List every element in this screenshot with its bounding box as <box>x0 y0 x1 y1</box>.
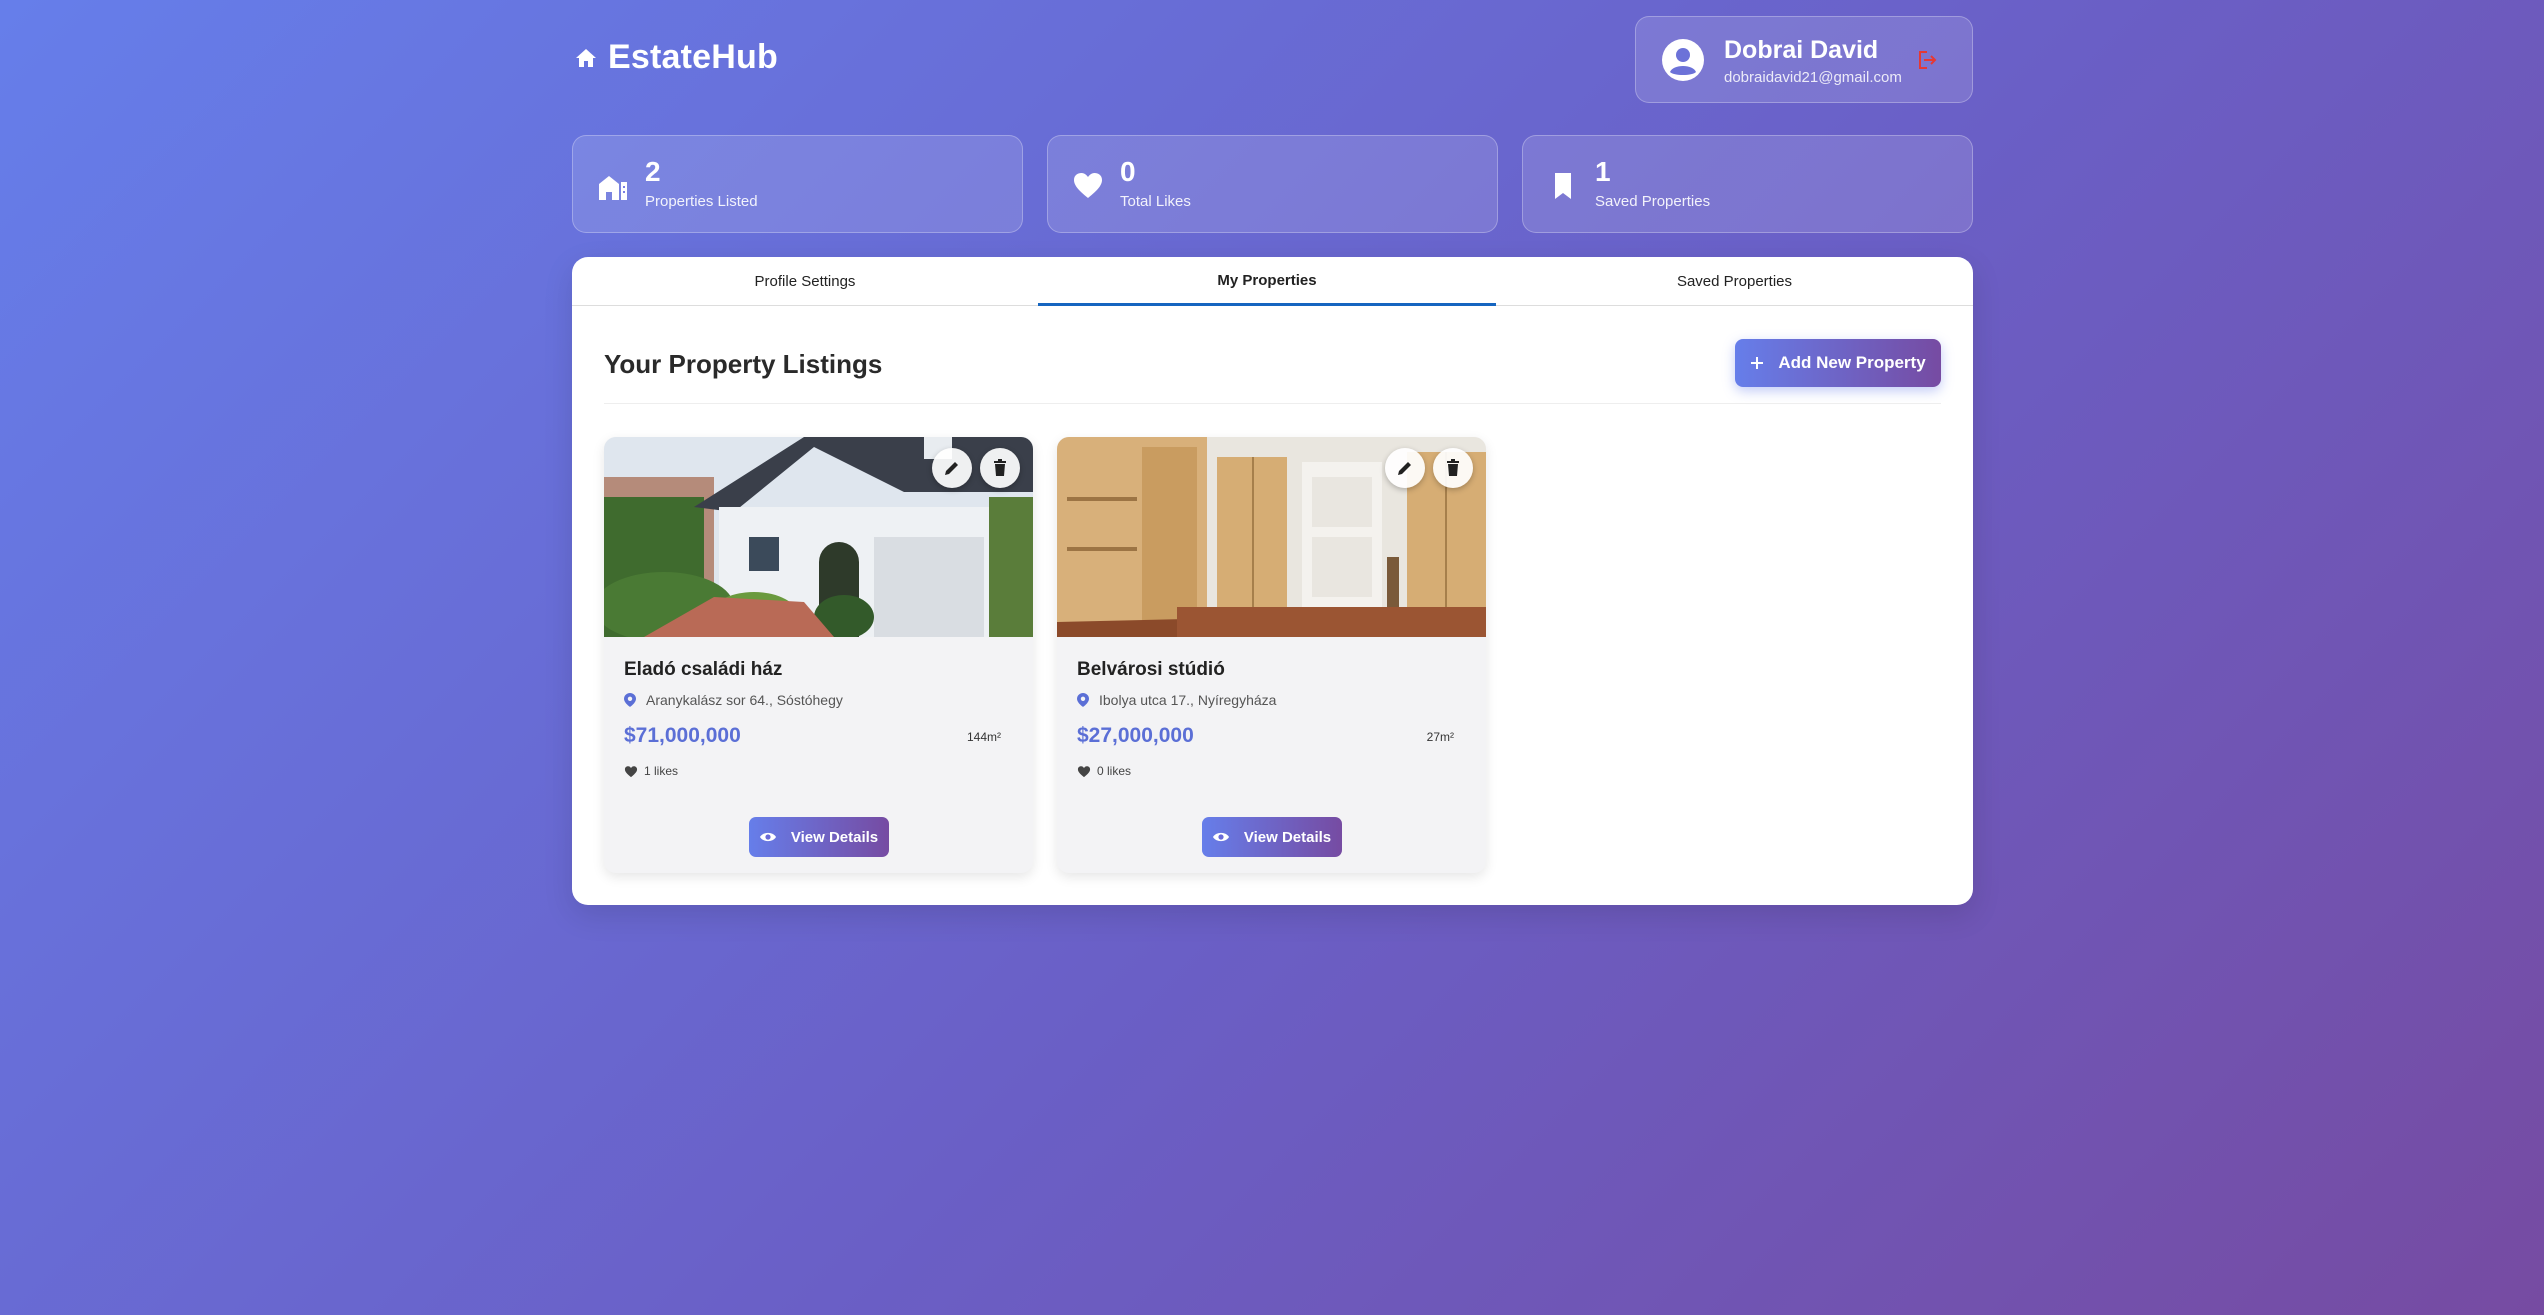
page-container: EstateHub Dobrai David dobraidavid21@gma… <box>572 0 1973 1315</box>
stat-total-likes: 0 Total Likes <box>1047 135 1498 233</box>
view-details-button[interactable]: View Details <box>1201 817 1342 857</box>
likes-text: 1 likes <box>644 764 679 778</box>
stat-value: 2 <box>645 156 661 187</box>
stat-value: 0 <box>1120 156 1136 187</box>
property-likes: 0 likes <box>1077 764 1131 778</box>
stat-properties-listed: 2 Properties Listed <box>572 135 1023 233</box>
property-title: Belvárosi stúdió <box>1077 659 1225 680</box>
view-details-label: View Details <box>790 828 879 846</box>
stat-label: Saved Properties <box>1595 193 1711 210</box>
edit-button[interactable] <box>1385 448 1425 488</box>
tab-saved-properties[interactable]: Saved Properties <box>1496 257 1973 306</box>
stat-label: Total Likes <box>1120 193 1191 210</box>
pencil-icon <box>1398 462 1411 475</box>
view-details-button[interactable]: View Details <box>748 817 889 857</box>
heart-icon <box>1074 173 1102 198</box>
stat-value: 1 <box>1595 156 1611 187</box>
likes-text: 0 likes <box>1097 764 1132 778</box>
property-card: Belvárosi stúdió Ibolya utca 17., Nyíreg… <box>1057 437 1486 873</box>
stat-label: Properties Listed <box>645 193 758 210</box>
section-title: Your Property Listings <box>604 349 883 379</box>
trash-icon <box>1447 459 1459 476</box>
user-card: Dobrai David dobraidavid21@gmail.com <box>1635 16 1973 103</box>
heart-icon <box>624 765 638 777</box>
property-area: 144m² <box>966 730 1001 744</box>
heart-icon <box>1077 765 1091 777</box>
tab-profile-settings[interactable]: Profile Settings <box>572 257 1038 306</box>
property-price: $71,000,000 <box>624 724 741 747</box>
eye-icon <box>759 832 776 842</box>
stat-saved-properties: 1 Saved Properties <box>1522 135 1973 233</box>
brand-logo[interactable]: EstateHub <box>574 38 778 77</box>
delete-button[interactable] <box>1433 448 1473 488</box>
add-new-property-button[interactable]: Add New Property <box>1735 339 1941 387</box>
bookmark-icon <box>1555 173 1571 199</box>
user-email: dobraidavid21@gmail.com <box>1724 69 1902 86</box>
home-icon <box>576 48 596 67</box>
view-details-label: View Details <box>1243 828 1332 846</box>
buildings-icon <box>599 176 627 200</box>
user-avatar-icon <box>1662 39 1704 81</box>
location-text: Ibolya utca 17., Nyíregyháza <box>1099 692 1277 708</box>
add-button-label: Add New Property <box>1778 353 1926 372</box>
property-area: 27m² <box>1426 730 1454 744</box>
location-pin-icon <box>1077 693 1089 707</box>
divider <box>604 403 1941 404</box>
property-location: Ibolya utca 17., Nyíregyháza <box>1077 692 1276 708</box>
top-header: EstateHub Dobrai David dobraidavid21@gma… <box>572 16 1973 104</box>
tab-my-properties[interactable]: My Properties <box>1038 257 1496 306</box>
property-location: Aranykalász sor 64., Sóstóhegy <box>624 692 843 708</box>
logout-icon[interactable] <box>1914 48 1938 72</box>
tab-bar: Profile Settings My Properties Saved Pro… <box>572 257 1973 306</box>
delete-button[interactable] <box>980 448 1020 488</box>
user-name: Dobrai David <box>1724 36 1879 64</box>
plus-icon <box>1751 357 1764 369</box>
property-title: Eladó családi ház <box>624 659 783 680</box>
trash-icon <box>994 459 1006 476</box>
pencil-icon <box>945 462 958 475</box>
property-card: Eladó családi ház Aranykalász sor 64., S… <box>604 437 1033 873</box>
location-text: Aranykalász sor 64., Sóstóhegy <box>646 692 843 708</box>
eye-icon <box>1212 832 1229 842</box>
location-pin-icon <box>624 693 636 707</box>
edit-button[interactable] <box>932 448 972 488</box>
brand-name: EstateHub <box>608 38 778 76</box>
main-panel: Profile Settings My Properties Saved Pro… <box>572 257 1973 905</box>
property-price: $27,000,000 <box>1077 724 1194 747</box>
property-likes: 1 likes <box>624 764 678 778</box>
